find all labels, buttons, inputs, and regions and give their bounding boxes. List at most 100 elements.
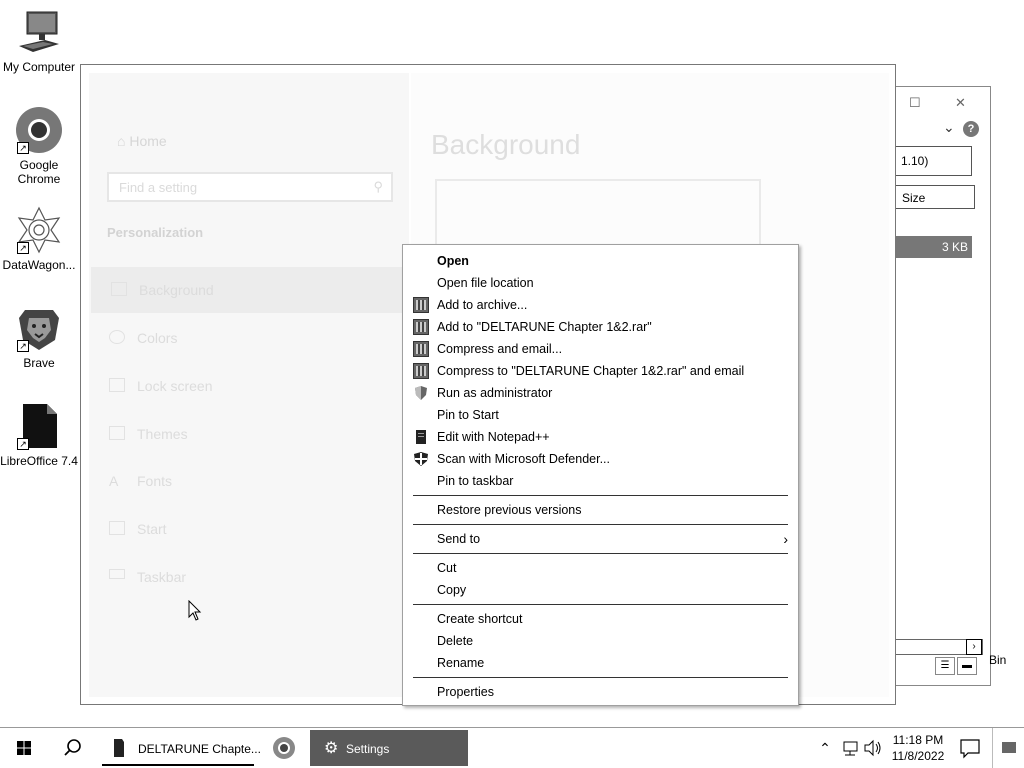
nav-home[interactable]: ⌂ Home [117,133,167,149]
large-icons-view-icon[interactable]: ▬ [957,657,977,675]
palette-icon [109,330,125,344]
taskbar-search-button[interactable] [50,728,94,768]
menu-item-open[interactable]: Open [403,250,798,272]
section-heading: Personalization [107,225,204,240]
picture-icon [111,282,127,296]
nav-item-background[interactable]: Background [91,267,407,313]
menu-separator [403,492,798,499]
taskbar-item-deltarune[interactable]: DELTARUNE Chapte... [102,730,261,766]
winrar-icon [413,341,429,357]
nav-item-fonts[interactable]: A Fonts [89,458,409,504]
menu-item-send-to[interactable]: Send to › [403,528,798,550]
recycle-bin-label[interactable]: Bin [989,653,1006,667]
menu-item-open-file-location[interactable]: Open file location [403,272,798,294]
desktop-icon-label: Google Chrome [17,158,61,186]
menu-item-create-shortcut[interactable]: Create shortcut [403,608,798,630]
winrar-icon [413,363,429,379]
defender-shield-icon [413,451,429,467]
search-icon: ⚲ [373,179,383,194]
menu-item-pin-to-start[interactable]: Pin to Start [403,404,798,426]
shortcut-arrow-icon: ↗ [17,242,29,254]
desktop-icon [1002,742,1016,753]
nav-item-start[interactable]: Start [89,506,409,552]
details-view-icon[interactable]: ☰ [935,657,955,675]
notepad-plus-plus-icon [413,429,429,445]
scroll-right-icon[interactable]: › [966,639,982,655]
close-icon[interactable]: ✕ [955,95,966,111]
menu-item-cut[interactable]: Cut [403,557,798,579]
winrar-icon [413,297,429,313]
menu-item-add-to-archive[interactable]: Add to archive... [403,294,798,316]
volume-icon[interactable] [862,728,884,768]
desktop-icon-brave[interactable]: ↗ Brave [0,304,78,370]
shortcut-arrow-icon: ↗ [17,340,29,352]
page-title: Background [431,129,581,160]
winrar-icon [413,319,429,335]
menu-item-delete[interactable]: Delete [403,630,798,652]
settings-search-input[interactable]: Find a setting ⚲ [107,172,393,202]
context-menu: Open Open file location Add to archive..… [402,244,799,706]
menu-item-compress-to-rar-and-email[interactable]: Compress to "DELTARUNE Chapter 1&2.rar" … [403,360,798,382]
menu-item-restore-previous-versions[interactable]: Restore previous versions [403,499,798,521]
system-clock[interactable]: 11:18 PM 11/8/2022 [888,732,948,764]
desktop-icon-google-chrome[interactable]: ↗ Google Chrome [0,106,78,186]
desktop-icon-datawagon[interactable]: ↗ DataWagon... [0,206,78,272]
windows-logo-icon [17,741,31,755]
selected-file-size[interactable]: 3 KB [895,236,972,258]
file-explorer-window[interactable]: ☐ ✕ ⌄ ? 1.10) Size 3 KB › ☰ ▬ [886,86,991,686]
menu-item-rename[interactable]: Rename [403,652,798,674]
start-icon [109,521,125,535]
taskbar-icon [109,569,125,579]
column-header-size[interactable]: Size [895,185,975,209]
menu-item-pin-to-taskbar[interactable]: Pin to taskbar [403,470,798,492]
help-icon[interactable]: ? [963,121,979,137]
mouse-cursor-icon [188,599,202,625]
shortcut-arrow-icon: ↗ [17,142,29,154]
desktop-icon-label: DataWagon... [2,258,76,272]
search-icon [64,739,81,756]
shortcut-arrow-icon: ↗ [17,438,29,450]
desktop-icon-libreoffice[interactable]: ↗ LibreOffice 7.4 [0,402,78,468]
datawagon-icon: ↗ [15,206,63,254]
chevron-down-icon[interactable]: ⌄ [943,119,955,136]
maximize-icon[interactable]: ☐ [909,95,921,111]
taskbar-item-settings[interactable]: ⚙ Settings [310,730,468,766]
computer-icon [15,8,63,56]
menu-item-properties[interactable]: Properties [403,681,798,703]
notifications-icon[interactable] [955,728,985,768]
menu-item-run-as-administrator[interactable]: Run as administrator [403,382,798,404]
menu-item-copy[interactable]: Copy [403,579,798,601]
deltarune-app-icon [114,739,124,757]
desktop-icon-my-computer[interactable]: My Computer [0,8,78,74]
menu-separator [403,601,798,608]
address-bar[interactable]: 1.10) [895,146,972,176]
nav-item-taskbar[interactable]: Taskbar [89,554,409,600]
clock-date: 11/8/2022 [891,749,945,763]
network-icon[interactable] [840,728,862,768]
menu-item-scan-with-defender[interactable]: Scan with Microsoft Defender... [403,448,798,470]
nav-item-themes[interactable]: Themes [89,411,409,457]
start-button[interactable] [0,728,48,768]
show-hidden-icons-chevron-icon[interactable]: ⌃ [814,728,836,768]
menu-separator [403,550,798,557]
fonts-icon: A [109,473,119,489]
chrome-icon [273,737,295,759]
nav-item-colors[interactable]: Colors [89,315,409,361]
settings-nav-pane: ⌂ Home Find a setting ⚲ Personalization … [89,73,409,697]
desktop-icon-label: Brave [23,356,55,370]
nav-item-lock-screen[interactable]: Lock screen [89,363,409,409]
menu-item-add-to-rar[interactable]: Add to "DELTARUNE Chapter 1&2.rar" [403,316,798,338]
show-desktop-button[interactable] [992,728,1024,768]
horizontal-scrollbar[interactable]: › [895,639,983,655]
shield-icon [413,385,429,401]
lock-screen-icon [109,378,125,392]
desktop-icon-label: My Computer [2,60,76,74]
menu-item-edit-with-notepad-plus-plus[interactable]: Edit with Notepad++ [403,426,798,448]
view-toggle[interactable]: ☰ ▬ [935,657,979,675]
menu-item-compress-and-email[interactable]: Compress and email... [403,338,798,360]
clock-time: 11:18 PM [892,733,944,747]
menu-separator [403,521,798,528]
taskbar: DELTARUNE Chapte... ⚙ Settings ⌃ 11:18 P… [0,727,1024,768]
taskbar-item-chrome[interactable] [262,730,306,766]
submenu-arrow-icon: › [783,531,788,547]
